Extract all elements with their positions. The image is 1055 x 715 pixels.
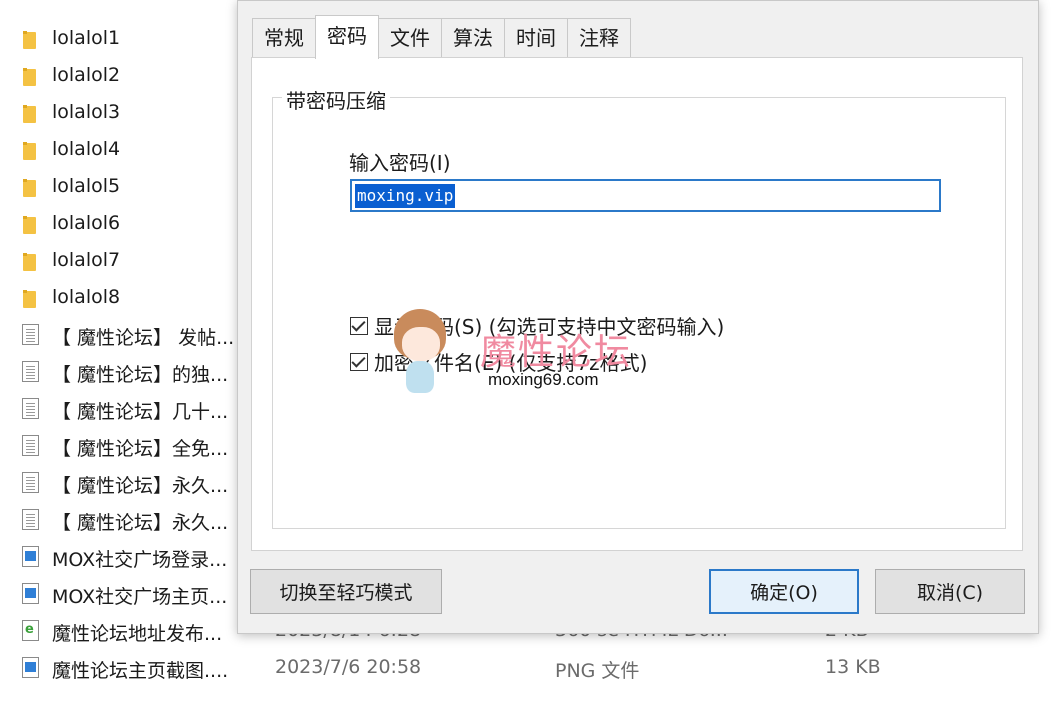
- file-name: 【 魔性论坛】的独...: [52, 364, 229, 386]
- file-name: MOX社交广场登录...: [52, 549, 228, 571]
- file-name: lolalol5: [52, 175, 121, 197]
- cancel-button[interactable]: 取消(C): [875, 569, 1025, 614]
- folder-icon: [20, 29, 40, 49]
- file-name: lolalol3: [52, 101, 121, 123]
- folder-icon: [20, 214, 40, 234]
- file-name: 【 魔性论坛】永久...: [52, 512, 229, 534]
- file-name: lolalol1: [52, 27, 121, 49]
- folder-icon: [20, 103, 40, 123]
- image-file-icon: [22, 583, 39, 604]
- text-file-icon: [22, 361, 39, 382]
- file-size: 13 KB: [825, 656, 881, 678]
- image-file-icon: [22, 657, 39, 678]
- text-file-icon: [22, 435, 39, 456]
- text-file-icon: [22, 398, 39, 419]
- file-name: lolalol7: [52, 249, 121, 271]
- file-name: 【 魔性论坛】几十...: [52, 401, 229, 423]
- file-name: lolalol2: [52, 64, 121, 86]
- file-name: lolalol6: [52, 212, 121, 234]
- tab-time[interactable]: 时间: [504, 18, 568, 58]
- tab-comment[interactable]: 注释: [567, 18, 631, 58]
- file-name: 【 魔性论坛】 发帖...: [52, 327, 235, 349]
- text-file-icon: [22, 472, 39, 493]
- password-input-value: moxing.vip: [355, 184, 456, 208]
- text-file-icon: [22, 324, 39, 345]
- ok-button[interactable]: 确定(O): [709, 569, 859, 614]
- file-name: 【 魔性论坛】全免...: [52, 438, 229, 460]
- watermark-title: 魔性论坛: [480, 332, 633, 373]
- tab-files[interactable]: 文件: [378, 18, 442, 58]
- file-date: 2023/7/6 20:58: [275, 656, 422, 678]
- group-title: 带密码压缩: [282, 85, 390, 114]
- password-input[interactable]: moxing.vip: [350, 179, 941, 212]
- file-name: 魔性论坛地址发布...: [52, 623, 223, 645]
- text-file-icon: [22, 509, 39, 530]
- show-password-checkbox[interactable]: [350, 316, 368, 335]
- file-name: MOX社交广场主页...: [52, 586, 228, 608]
- folder-icon: [20, 288, 40, 308]
- file-row[interactable]: 魔性论坛主页截图.... 2023/7/6 20:58 PNG 文件 13 KB: [0, 649, 1055, 686]
- tab-password[interactable]: 密码: [315, 15, 379, 59]
- folder-icon: [20, 177, 40, 197]
- folder-icon: [20, 140, 40, 160]
- image-file-icon: [22, 546, 39, 567]
- watermark: 魔性论坛 moxing69.com: [384, 305, 664, 405]
- file-type: PNG 文件: [555, 660, 640, 682]
- file-name: 【 魔性论坛】永久...: [52, 475, 229, 497]
- switch-lite-mode-button[interactable]: 切换至轻巧模式: [250, 569, 442, 614]
- tab-algorithm[interactable]: 算法: [441, 18, 505, 58]
- watermark-url: moxing69.com: [488, 370, 599, 389]
- password-label: 输入密码(I): [349, 151, 451, 175]
- encrypt-filenames-checkbox[interactable]: [350, 352, 368, 371]
- folder-icon: [20, 251, 40, 271]
- html-file-icon: [22, 620, 39, 641]
- file-name: 魔性论坛主页截图....: [52, 660, 229, 682]
- tab-general[interactable]: 常规: [252, 18, 316, 58]
- mascot-logo: [384, 305, 456, 400]
- password-tab-panel: 带密码压缩 输入密码(I) moxing.vip 显示密码(S) (勾选可支持中…: [251, 57, 1023, 551]
- file-name: lolalol4: [52, 138, 121, 160]
- folder-icon: [20, 66, 40, 86]
- tab-strip: 常规 密码 文件 算法 时间 注释: [252, 15, 631, 59]
- file-name: lolalol8: [52, 286, 121, 308]
